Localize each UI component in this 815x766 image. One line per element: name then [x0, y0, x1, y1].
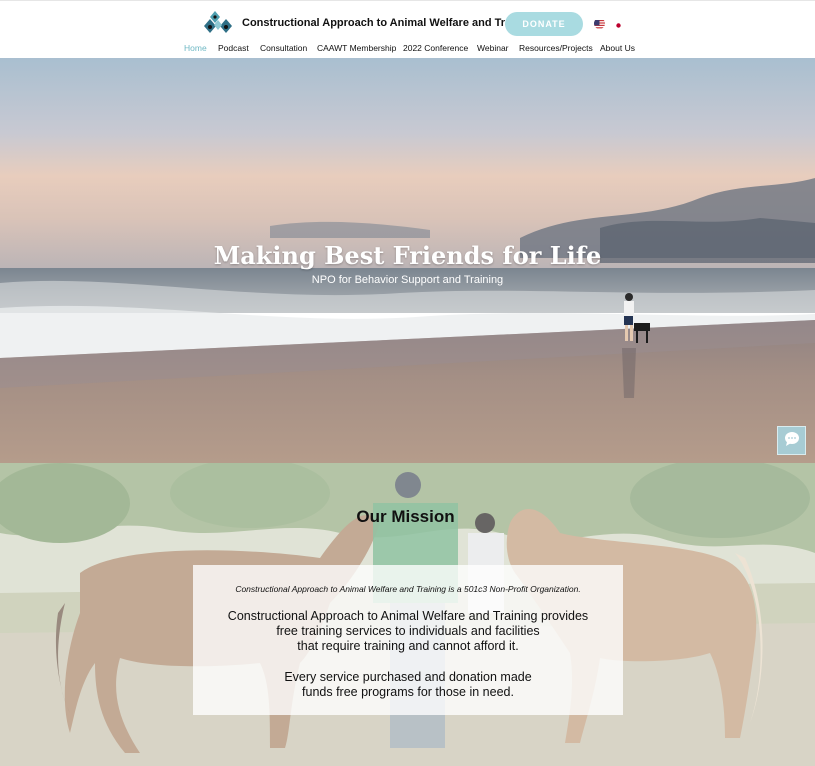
nav-item-membership[interactable]: CAAWT Membership: [317, 43, 396, 53]
main-nav: Home Podcast Consultation CAAWT Membersh…: [0, 43, 815, 55]
nav-item-consultation[interactable]: Consultation: [260, 43, 307, 53]
nav-item-about[interactable]: About Us: [600, 43, 635, 53]
chat-button[interactable]: [777, 426, 806, 455]
hero-section: Making Best Friends for Life NPO for Beh…: [0, 58, 815, 463]
site-header: Constructional Approach to Animal Welfar…: [0, 0, 815, 58]
nav-item-conference[interactable]: 2022 Conference: [403, 43, 468, 53]
mission-line: free training services to individuals an…: [276, 624, 540, 638]
hero-title: Making Best Friends for Life: [213, 241, 602, 270]
mission-heading: Our Mission: [356, 507, 455, 526]
japan-flag-icon[interactable]: [613, 18, 624, 29]
hero-subtitle: NPO for Behavior Support and Training: [311, 274, 504, 286]
us-flag-icon[interactable]: [594, 18, 605, 29]
mission-line: that require training and cannot afford …: [297, 639, 519, 653]
mission-section: Our Mission Constructional Approach to A…: [0, 463, 815, 766]
nav-item-podcast[interactable]: Podcast: [218, 43, 249, 53]
nonprofit-note: Constructional Approach to Animal Welfar…: [235, 584, 581, 594]
donate-button[interactable]: DONATE: [505, 12, 583, 36]
mission-card: Constructional Approach to Animal Welfar…: [193, 565, 623, 715]
nav-item-resources[interactable]: Resources/Projects: [519, 43, 593, 53]
chat-bubble-icon: [784, 431, 800, 451]
mission-line: Every service purchased and donation mad…: [284, 670, 532, 684]
site-logo[interactable]: [203, 11, 233, 35]
mission-line: funds free programs for those in need.: [302, 685, 514, 699]
site-title[interactable]: Constructional Approach to Animal Welfar…: [242, 17, 537, 29]
nav-item-webinar[interactable]: Webinar: [477, 43, 509, 53]
nav-item-home[interactable]: Home: [184, 43, 207, 53]
mission-line: Constructional Approach to Animal Welfar…: [227, 609, 589, 623]
